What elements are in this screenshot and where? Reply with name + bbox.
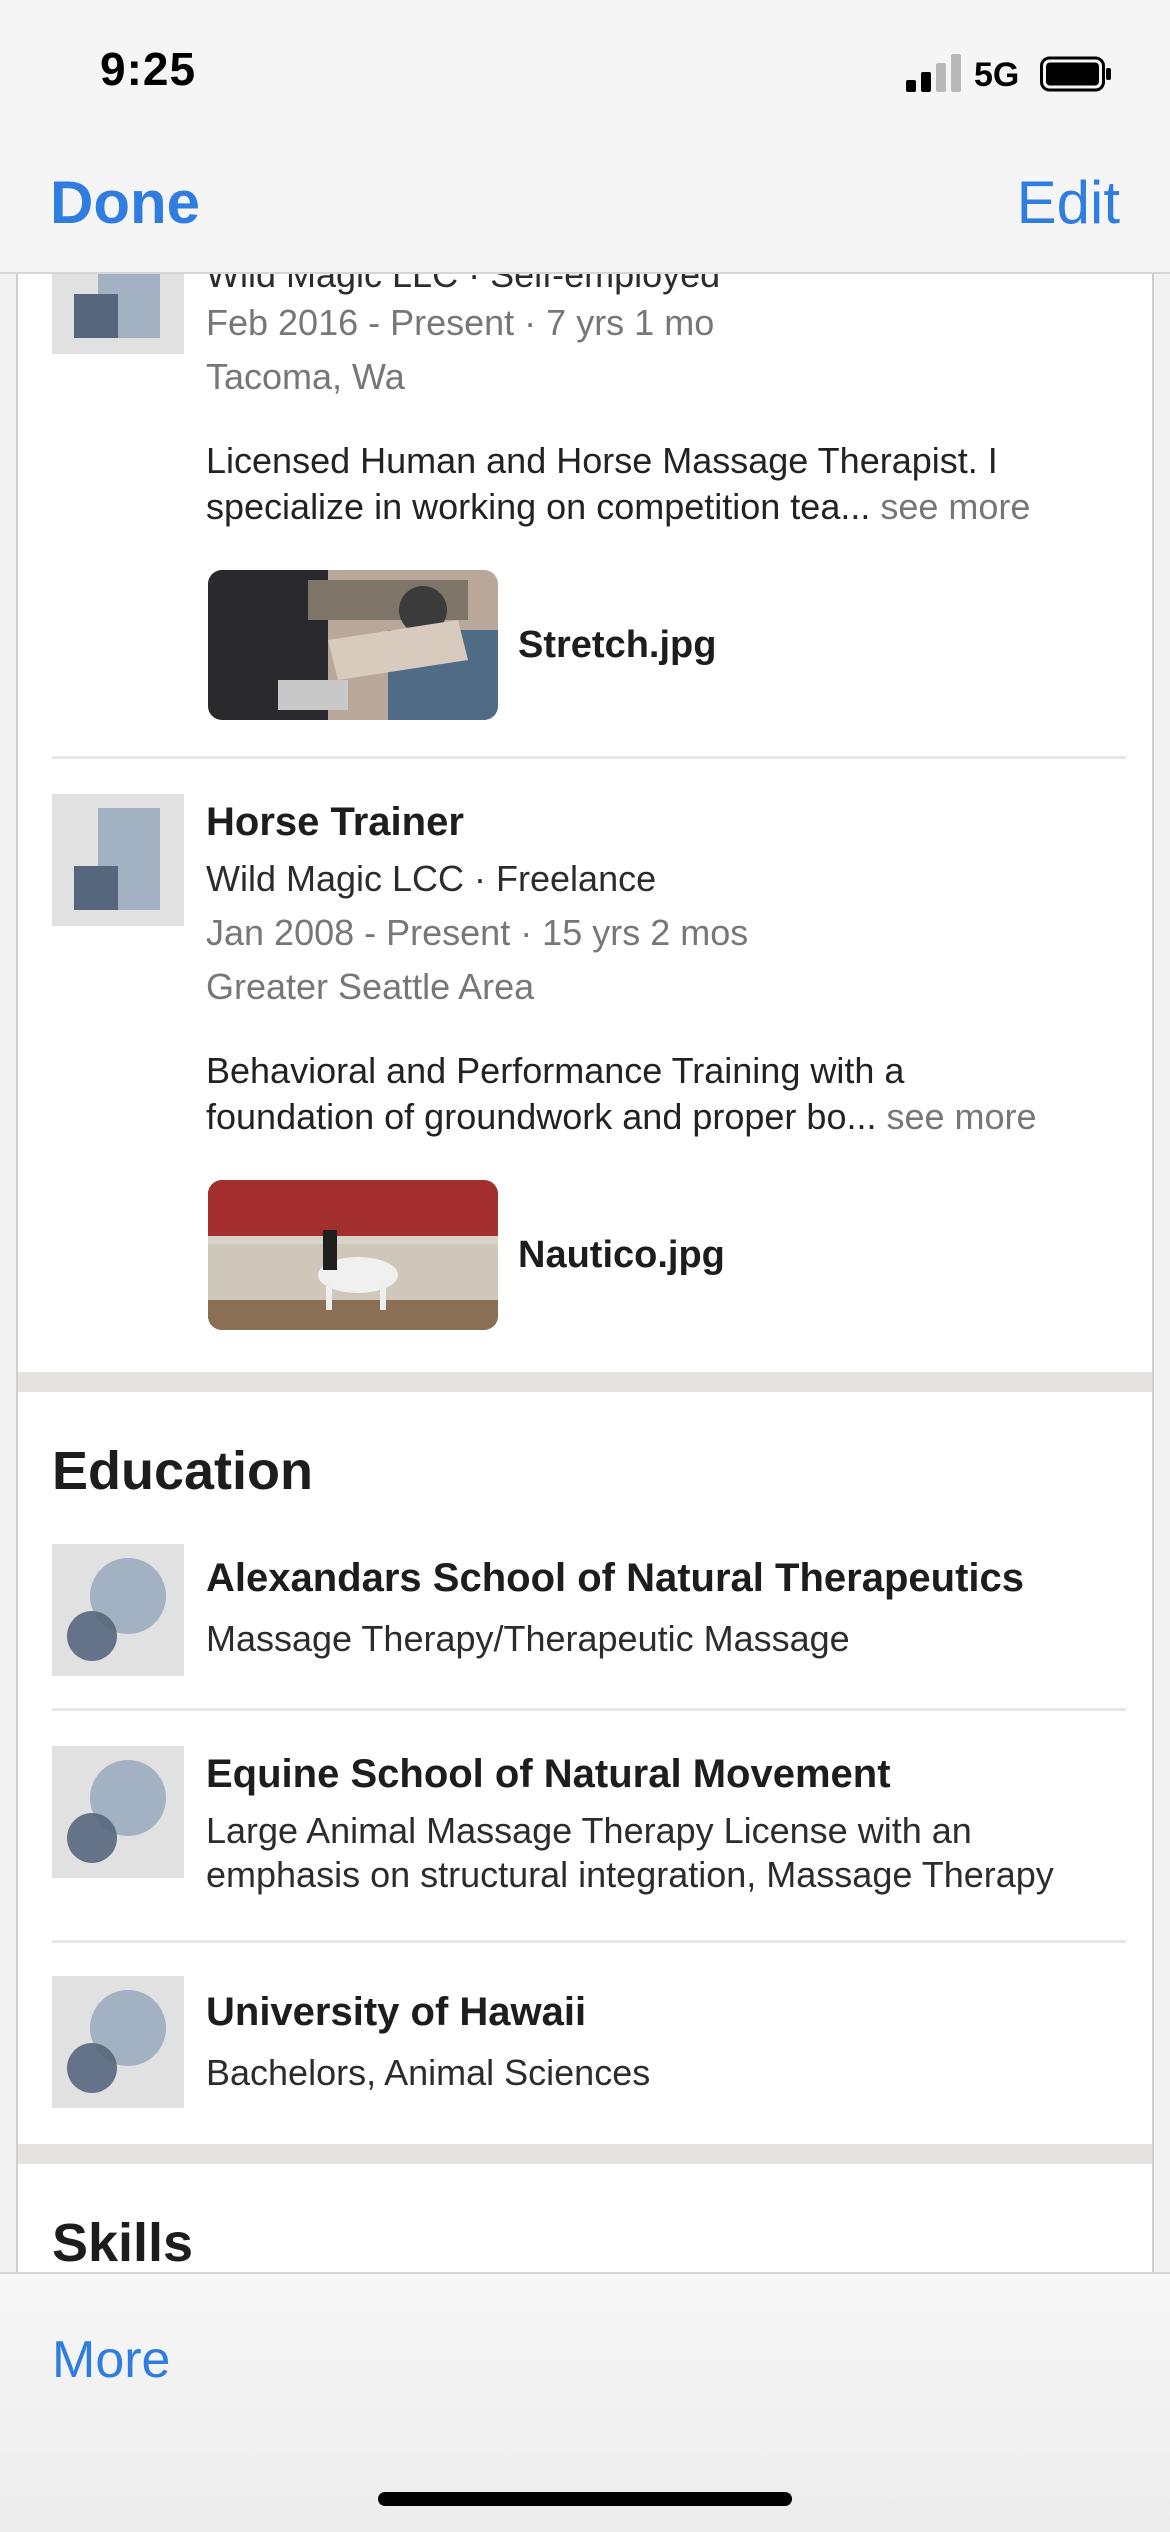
degree-line: Massage Therapy/Therapeutic Massage <box>206 1618 850 1659</box>
see-more-link[interactable]: see more <box>886 1096 1036 1137</box>
skills-heading: Skills <box>52 2213 194 2272</box>
degree-line-1: Large Animal Massage Therapy License wit… <box>206 1810 972 1851</box>
see-more-link[interactable]: see more <box>880 486 1030 527</box>
done-button[interactable]: Done <box>50 168 200 237</box>
company-line: Wild Magic LLC · Self-employed <box>206 274 721 295</box>
job-description-line-2: foundation of groundwork and proper bo..… <box>206 1094 1037 1140</box>
degree-line-2: emphasis on structural integration, Mass… <box>206 1854 1054 1895</box>
education-heading: Education <box>52 1441 314 1501</box>
school-name: Equine School of Natural Movement <box>206 1752 891 1796</box>
job-location: Greater Seattle Area <box>206 966 535 1007</box>
job-description-line-1: Licensed Human and Horse Massage Therapi… <box>206 440 998 481</box>
school-name: University of Hawaii <box>206 1990 587 2034</box>
profile-content[interactable]: Wild Magic LLC · Self-employed Feb 2016 … <box>16 274 1154 2272</box>
more-button[interactable]: More <box>52 2330 170 2390</box>
job-description-line-1: Behavioral and Performance Training with… <box>206 1050 905 1091</box>
edit-button[interactable]: Edit <box>1017 168 1120 237</box>
degree-line: Bachelors, Animal Sciences <box>206 2052 651 2093</box>
status-bar: 9:25 5G <box>0 0 1170 140</box>
section-separator <box>18 1372 1152 1392</box>
company-logo-icon <box>52 794 184 926</box>
section-separator <box>18 2144 1152 2164</box>
attachment-thumbnail-nautico <box>208 1180 498 1330</box>
description-text: foundation of groundwork and proper bo..… <box>206 1096 877 1137</box>
battery-icon <box>1040 56 1111 92</box>
signal-strength-icon <box>906 52 966 92</box>
home-indicator[interactable] <box>378 2492 792 2506</box>
divider <box>52 756 1126 759</box>
job-title: Horse Trainer <box>206 800 464 844</box>
attachment-thumbnail-stretch <box>208 570 498 720</box>
school-name: Alexandars School of Natural Therapeutic… <box>206 1556 1024 1600</box>
employment-dates: Feb 2016 - Present · 7 yrs 1 mo <box>206 302 715 343</box>
divider <box>52 1708 1126 1711</box>
navigation-bar: Done Edit <box>0 140 1170 274</box>
company-logo-icon <box>52 274 184 354</box>
school-logo-icon <box>52 1746 184 1878</box>
company-line: Wild Magic LCC · Freelance <box>206 858 657 899</box>
school-logo-icon <box>52 1976 184 2108</box>
screen: 9:25 5G Done Edit Wild Magic LLC · Self-… <box>0 0 1170 2532</box>
attachment-filename: Nautico.jpg <box>518 1234 725 1276</box>
status-time: 9:25 <box>100 43 197 95</box>
job-description-line-2: specialize in working on competition tea… <box>206 484 1030 530</box>
divider <box>52 1940 1126 1943</box>
employment-dates: Jan 2008 - Present · 15 yrs 2 mos <box>206 912 749 953</box>
bottom-toolbar: More <box>0 2272 1170 2532</box>
description-text: specialize in working on competition tea… <box>206 486 871 527</box>
job-location: Tacoma, Wa <box>206 356 405 397</box>
attachment-filename: Stretch.jpg <box>518 624 717 666</box>
school-logo-icon <box>52 1544 184 1676</box>
network-type: 5G <box>974 56 1020 94</box>
